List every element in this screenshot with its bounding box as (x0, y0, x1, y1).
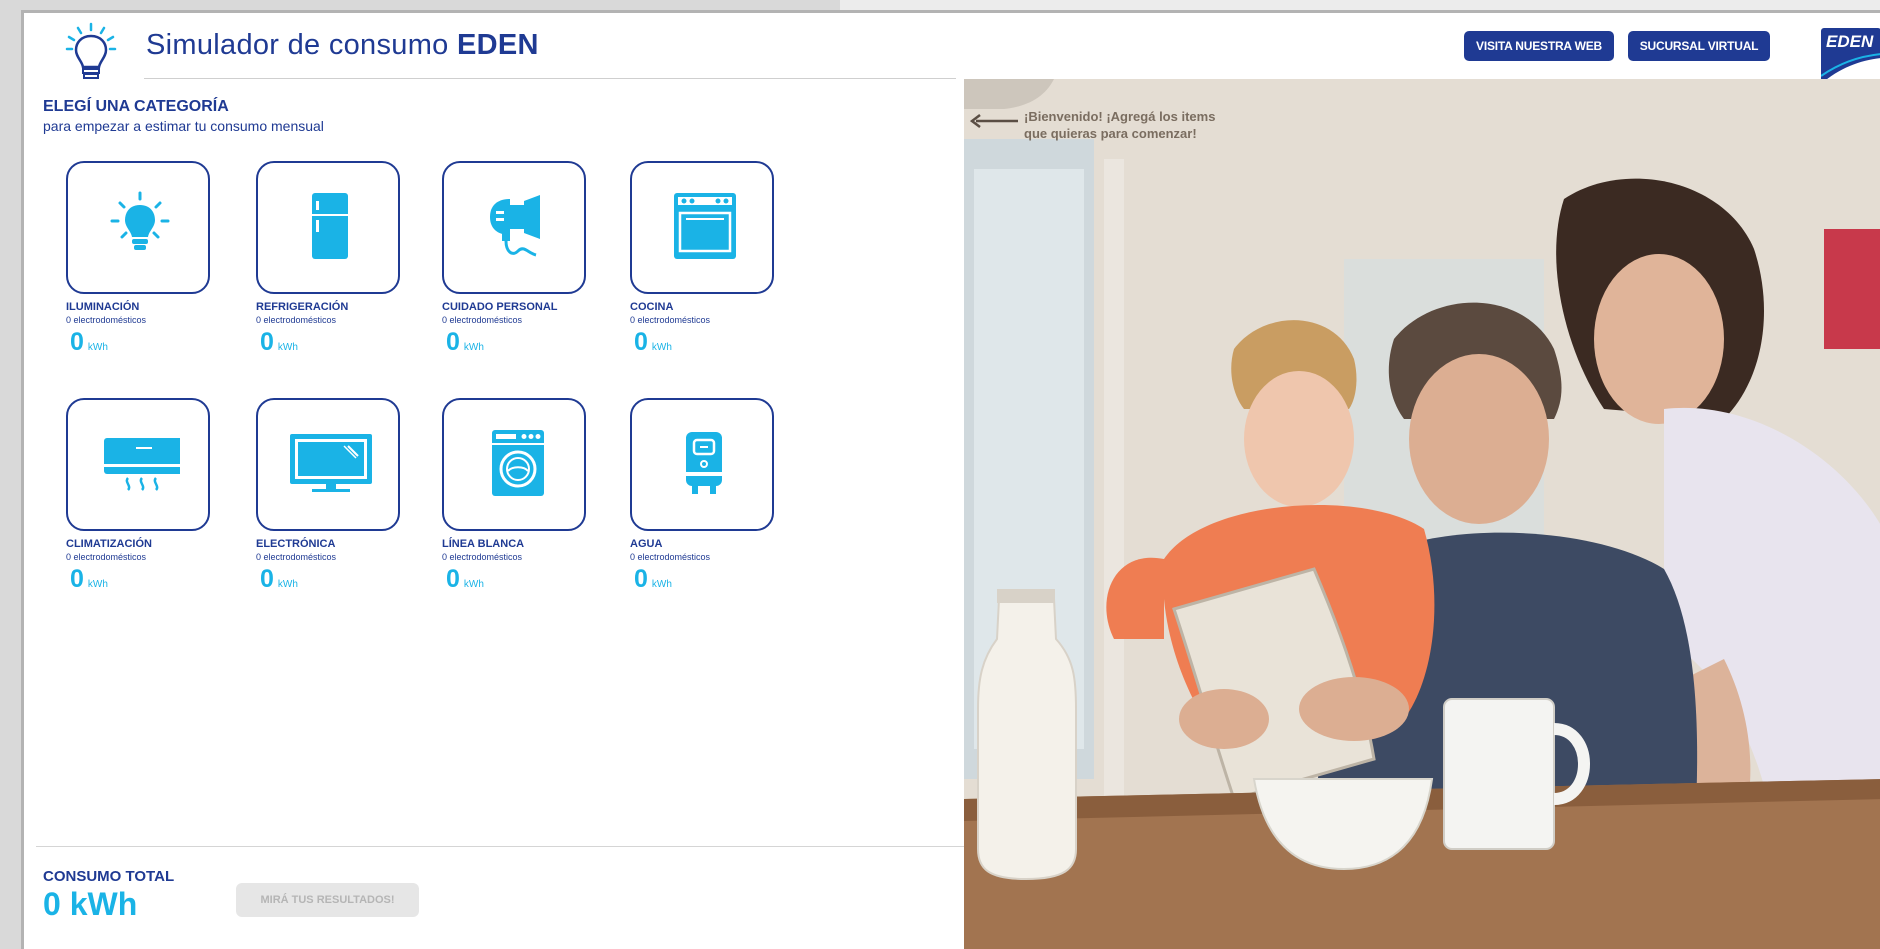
header-divider (144, 78, 956, 79)
category-kwh: 0 kWh (260, 328, 298, 356)
water-heater-icon (686, 432, 722, 494)
appliance-count: 0 electrodomésticos (256, 552, 337, 562)
category-kwh: 0 kWh (446, 565, 484, 593)
hair-dryer-icon (490, 195, 540, 257)
virtual-branch-button[interactable]: SUCURSAL VIRTUAL (1628, 31, 1770, 61)
category-kwh: 0 kWh (70, 565, 108, 593)
eden-logo[interactable]: EDEN (1821, 28, 1880, 84)
category-subheading: para empezar a estimar tu consumo mensua… (43, 118, 324, 134)
category-tile[interactable] (66, 161, 210, 294)
tv-icon (290, 434, 372, 492)
category-card-climatizacion[interactable]: CLIMATIZACIÓN 0 electrodomésticos 0 kWh (66, 398, 226, 593)
category-tile[interactable] (630, 161, 774, 294)
lightbulb-icon (110, 191, 170, 250)
arrow-left-icon (970, 114, 1018, 128)
air-conditioner-icon (104, 438, 180, 491)
category-card-cuidado-personal[interactable]: CUIDADO PERSONAL 0 electrodomésticos 0 kW… (442, 161, 602, 356)
category-kwh: 0 kWh (634, 328, 672, 356)
category-tile[interactable] (66, 398, 210, 531)
washing-machine-icon (492, 430, 544, 496)
category-name: CLIMATIZACIÓN (66, 538, 152, 550)
category-tile[interactable] (256, 161, 400, 294)
app-frame: Simulador de consumo EDEN VISITA NUESTRA… (21, 10, 1880, 949)
category-kwh: 0 kWh (634, 565, 672, 593)
category-tile[interactable] (442, 398, 586, 531)
oven-icon (674, 193, 736, 259)
hero-photo (964, 79, 1880, 949)
category-card-linea-blanca[interactable]: LÍNEA BLANCA 0 electrodomésticos 0 kWh (442, 398, 602, 593)
total-consumption-value: 0 kWh (43, 886, 138, 922)
appliance-count: 0 electrodomésticos (630, 552, 711, 562)
refrigerator-icon (312, 193, 348, 259)
see-results-button[interactable]: MIRÁ TUS RESULTADOS! (236, 883, 419, 917)
category-kwh: 0 kWh (446, 328, 484, 356)
category-name: REFRIGERACIÓN (256, 301, 349, 313)
family-photo-illustration (964, 79, 1880, 949)
appliance-count: 0 electrodomésticos (256, 315, 337, 325)
total-divider (36, 846, 968, 847)
category-name: LÍNEA BLANCA (442, 538, 525, 550)
category-name: ELECTRÓNICA (256, 538, 336, 550)
appliance-count: 0 electrodomésticos (66, 315, 147, 325)
category-tile[interactable] (256, 398, 400, 531)
welcome-line-1: ¡Bienvenido! ¡Agregá los items (1024, 109, 1216, 124)
category-heading: ELEGÍ UNA CATEGORÍA (43, 98, 229, 115)
category-card-electronica[interactable]: ELECTRÓNICA 0 electrodomésticos 0 kWh (256, 398, 416, 593)
category-kwh: 0 kWh (260, 565, 298, 593)
visit-website-button[interactable]: VISITA NUESTRA WEB (1464, 31, 1614, 61)
category-card-cocina[interactable]: COCINA 0 electrodomésticos 0 kWh (630, 161, 790, 356)
welcome-line-2: que quieras para comenzar! (1024, 126, 1197, 141)
category-tile[interactable] (630, 398, 774, 531)
appliance-count: 0 electrodomésticos (630, 315, 711, 325)
category-tile[interactable] (442, 161, 586, 294)
category-name: ILUMINACIÓN (66, 301, 140, 313)
category-kwh: 0 kWh (70, 328, 108, 356)
appliance-count: 0 electrodomésticos (442, 315, 523, 325)
appliance-count: 0 electrodomésticos (442, 552, 523, 562)
category-card-agua[interactable]: AGUA 0 electrodomésticos 0 kWh (630, 398, 790, 593)
lightbulb-logo-icon (65, 22, 117, 79)
welcome-message: ¡Bienvenido! ¡Agregá los items que quier… (1024, 108, 1215, 142)
category-name: COCINA (630, 301, 674, 313)
category-name: AGUA (630, 538, 663, 550)
appliance-count: 0 electrodomésticos (66, 552, 147, 562)
category-name: CUIDADO PERSONAL (442, 301, 558, 313)
app-title: Simulador de consumo EDEN (146, 29, 539, 61)
category-card-iluminacion[interactable]: ILUMINACIÓN 0 electrodomésticos 0 kWh (66, 161, 226, 356)
total-consumption-label: CONSUMO TOTAL (43, 868, 175, 885)
category-card-refrigeracion[interactable]: REFRIGERACIÓN 0 electrodomésticos 0 kWh (256, 161, 416, 356)
